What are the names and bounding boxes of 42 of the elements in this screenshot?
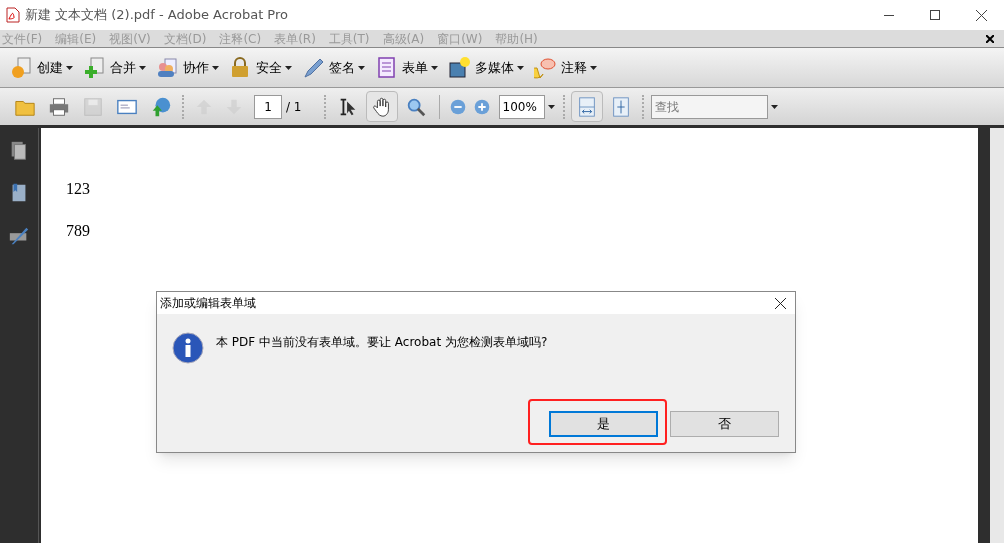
page-count: / 1 (286, 98, 302, 116)
caret-icon (771, 104, 778, 109)
maximize-icon (930, 10, 940, 20)
caret-icon (548, 104, 555, 109)
dialog-title: 添加或编辑表单域 (160, 295, 256, 312)
toolbar-menu-button[interactable]: 创建 (10, 55, 73, 80)
caret-icon (212, 65, 219, 70)
window-title: 新建 文本文档 (2).pdf - Adobe Acrobat Pro (25, 6, 288, 25)
caret-icon (139, 65, 146, 70)
toolbar-button[interactable] (365, 91, 398, 122)
close-icon[interactable] (986, 34, 994, 43)
toolbar-menu-button[interactable]: 协作 (156, 55, 219, 80)
caret-icon (590, 65, 597, 70)
minimize-icon (884, 14, 894, 16)
toolbar-menu-button[interactable]: 注释 (534, 55, 597, 80)
document-text: 789 (66, 221, 91, 241)
toolbar-menu-button[interactable]: 签名 (302, 55, 365, 80)
toolbar-menu-button[interactable]: 表单 (375, 55, 438, 80)
caret-icon (431, 65, 438, 70)
zoom-field[interactable]: 100% (498, 94, 545, 119)
toolbar-menu-button[interactable]: 安全 (229, 55, 292, 80)
caret-icon (517, 65, 524, 70)
close-icon (774, 297, 786, 309)
caret-icon (285, 65, 292, 70)
info-icon (172, 332, 204, 364)
page-number-field[interactable]: 1 (254, 94, 282, 119)
document-text: 123 (66, 179, 91, 199)
dialog-message: 本 PDF 中当前没有表单域。要让 Acrobat 为您检测表单域吗? (216, 334, 548, 351)
pdf-file-icon (6, 7, 20, 23)
close-icon (975, 9, 987, 21)
dialog-button[interactable]: 否 (670, 411, 779, 437)
caret-icon (358, 65, 365, 70)
dialog-button[interactable]: 是 (549, 411, 658, 437)
printer-icon (48, 95, 70, 118)
speech-bubble-icon (534, 55, 558, 80)
toolbar-menu-button[interactable]: 多媒体 (448, 55, 524, 80)
toolbar-menu-button[interactable]: 合并 (83, 55, 146, 80)
globe-arrow-icon (150, 95, 172, 118)
search-field[interactable]: 查找 (650, 94, 768, 119)
document-plus-icon (83, 55, 107, 80)
caret-icon (66, 65, 73, 70)
people-icon (156, 55, 180, 80)
